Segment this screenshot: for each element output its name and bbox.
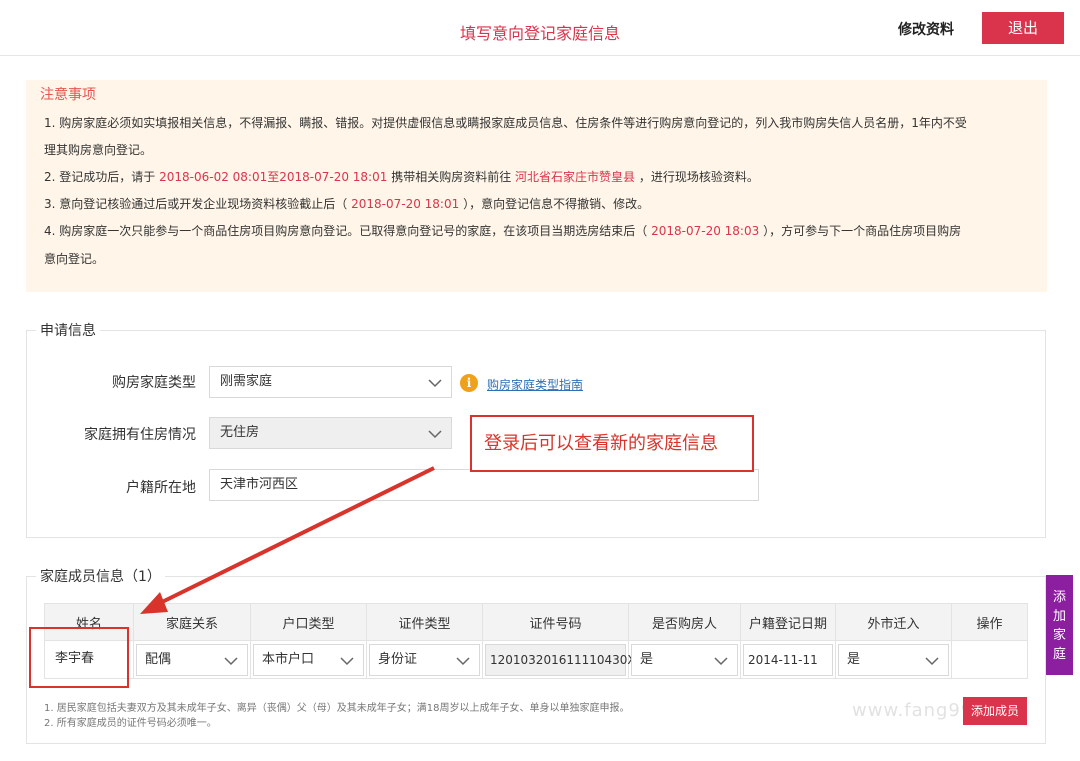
add-family-button[interactable]: 添加家庭 bbox=[1046, 575, 1073, 675]
is-buyer-value: 是 bbox=[640, 651, 654, 667]
notice-text: ），意向登记信息不得撤销、修改。 bbox=[463, 197, 650, 211]
notice-place: 河北省石家庄市赞皇县 bbox=[515, 170, 636, 184]
notice-text: 2. 登记成功后，请于 bbox=[44, 170, 156, 184]
id-number-cell: 120103201611110430X bbox=[482, 640, 636, 679]
hukou-location-label: 户籍所在地 bbox=[126, 480, 196, 496]
id-type-select[interactable]: 身份证 bbox=[369, 643, 480, 676]
reg-date-cell: 2014-11-11 bbox=[740, 640, 836, 679]
is-buyer-select[interactable]: 是 bbox=[631, 643, 738, 676]
annotation-callout: 登录后可以查看新的家庭信息 bbox=[470, 415, 754, 472]
chevron-down-icon bbox=[428, 430, 442, 439]
hukou-type-cell: 本市户口 bbox=[250, 640, 367, 679]
notice-line-4c: 意向登记。 bbox=[44, 252, 105, 266]
notice-line-3: 3. 意向登记核验通过后或开发企业现场资料核验截止后（ 2018-07-20 1… bbox=[44, 195, 649, 212]
operation-cell bbox=[951, 640, 1028, 679]
family-type-value: 刚需家庭 bbox=[220, 374, 273, 389]
name-highlight-box bbox=[29, 627, 129, 688]
application-legend: 申请信息 bbox=[36, 320, 100, 340]
chevron-down-icon bbox=[456, 656, 470, 665]
notice-time: 2018-07-20 18:03 bbox=[651, 224, 760, 238]
notice-text: ），方可参与下一个商品住房项目购房 bbox=[763, 224, 962, 238]
relation-value: 配偶 bbox=[145, 651, 172, 667]
moved-in-value: 是 bbox=[847, 651, 861, 667]
relation-cell: 配偶 bbox=[133, 640, 251, 679]
notice-title: 注意事项 bbox=[40, 87, 96, 103]
family-type-select[interactable]: 刚需家庭 bbox=[209, 366, 452, 398]
housing-status-value: 无住房 bbox=[220, 425, 260, 440]
top-header: 填写意向登记家庭信息 修改资料 退出 bbox=[0, 0, 1080, 56]
column-header: 是否购房人 bbox=[628, 603, 741, 641]
edit-profile-link[interactable]: 修改资料 bbox=[898, 19, 954, 39]
notice-text: 3. 意向登记核验通过后或开发企业现场资料核验截止后（ bbox=[44, 197, 348, 211]
relation-select[interactable]: 配偶 bbox=[136, 643, 248, 676]
column-header: 证件类型 bbox=[366, 603, 483, 641]
column-header: 家庭关系 bbox=[133, 603, 251, 641]
chevron-down-icon bbox=[925, 656, 939, 665]
moved-in-select[interactable]: 是 bbox=[838, 643, 949, 676]
chevron-down-icon bbox=[428, 379, 442, 388]
id-number-input[interactable]: 120103201611110430X bbox=[485, 643, 636, 676]
is-buyer-cell: 是 bbox=[628, 640, 741, 679]
notice-text: 4. 购房家庭一次只能参与一个商品住房项目购房意向登记。已取得意向登记号的家庭，… bbox=[44, 224, 648, 238]
chevron-down-icon bbox=[714, 656, 728, 665]
table-header-row: 姓名 家庭关系 户口类型 证件类型 证件号码 是否购房人 户籍登记日期 外市迁入… bbox=[44, 603, 1028, 641]
table-row: 李宇春 配偶 本市户口 身份证 120103201611110430X 是 20… bbox=[44, 640, 1028, 679]
add-member-button[interactable]: 添加成员 bbox=[963, 697, 1027, 725]
hukou-location-input[interactable]: 天津市河西区 bbox=[209, 469, 759, 501]
id-type-value: 身份证 bbox=[378, 651, 418, 667]
hukou-type-select[interactable]: 本市户口 bbox=[253, 643, 364, 676]
members-note-2: 2. 所有家庭成员的证件号码必须唯一。 bbox=[44, 718, 217, 729]
members-legend: 家庭成员信息（1） bbox=[36, 566, 165, 586]
column-header: 外市迁入 bbox=[835, 603, 952, 641]
add-family-label: 添加家庭 bbox=[1052, 590, 1066, 662]
column-header: 操作 bbox=[951, 603, 1028, 641]
logout-button[interactable]: 退出 bbox=[982, 12, 1064, 44]
chevron-down-icon bbox=[224, 656, 238, 665]
info-icon: i bbox=[460, 374, 478, 392]
column-header: 户口类型 bbox=[250, 603, 367, 641]
members-table: 姓名 家庭关系 户口类型 证件类型 证件号码 是否购房人 户籍登记日期 外市迁入… bbox=[44, 603, 1028, 679]
notice-time: 2018-07-20 18:01 bbox=[351, 197, 460, 211]
column-header: 证件号码 bbox=[482, 603, 629, 641]
family-type-guide-link[interactable]: 购房家庭类型指南 bbox=[487, 376, 583, 393]
notice-line-4: 4. 购房家庭一次只能参与一个商品住房项目购房意向登记。已取得意向登记号的家庭，… bbox=[44, 222, 961, 239]
notice-panel: 注意事项 1. 购房家庭必须如实填报相关信息，不得漏报、瞒报、错报。对提供虚假信… bbox=[26, 80, 1047, 292]
members-note-1: 1. 居民家庭包括夫妻双方及其未成年子女、离异（丧偶）父（母）及其未成年子女；满… bbox=[44, 703, 630, 714]
notice-text: ，进行现场核验资料。 bbox=[638, 170, 759, 184]
family-type-label: 购房家庭类型 bbox=[112, 375, 196, 391]
hukou-type-value: 本市户口 bbox=[262, 651, 315, 667]
chevron-down-icon bbox=[340, 656, 354, 665]
moved-in-cell: 是 bbox=[835, 640, 952, 679]
reg-date-input[interactable]: 2014-11-11 bbox=[743, 643, 833, 676]
housing-status-label: 家庭拥有住房情况 bbox=[84, 427, 196, 443]
notice-time: 2018-06-02 08:01至2018-07-20 18:01 bbox=[159, 170, 388, 184]
notice-text: 携带相关购房资料前往 bbox=[391, 170, 512, 184]
notice-line-1b: 理其购房意向登记。 bbox=[44, 143, 153, 157]
id-type-cell: 身份证 bbox=[366, 640, 483, 679]
column-header: 户籍登记日期 bbox=[740, 603, 836, 641]
notice-line-1: 1. 购房家庭必须如实填报相关信息，不得漏报、瞒报、错报。对提供虚假信息或瞒报家… bbox=[44, 116, 967, 130]
notice-line-2: 2. 登记成功后，请于 2018-06-02 08:01至2018-07-20 … bbox=[44, 168, 759, 185]
housing-status-select[interactable]: 无住房 bbox=[209, 417, 452, 449]
